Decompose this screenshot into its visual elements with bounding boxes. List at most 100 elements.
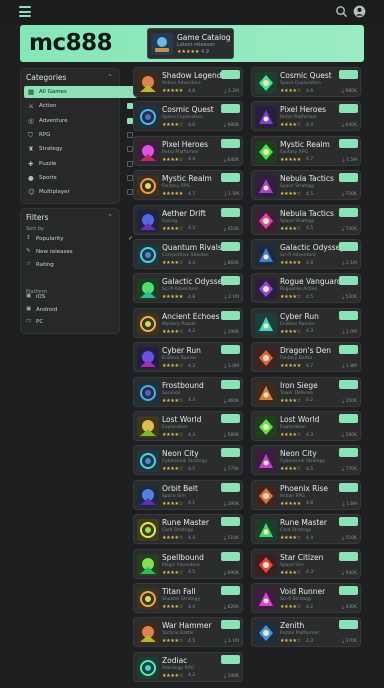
category-checkbox[interactable] (127, 131, 133, 138)
game-card[interactable]: Spellbound Magic Adventure ★★★★☆ 4.5 ⤓ 690K (133, 548, 243, 579)
play-button[interactable] (339, 379, 358, 389)
category-item[interactable]: ● Sports (24, 172, 137, 184)
play-button[interactable] (221, 310, 240, 320)
game-subtitle: Cyberpunk Strategy (280, 459, 326, 465)
play-button[interactable] (339, 414, 358, 423)
download-count: ⤓ 460K (224, 398, 239, 404)
play-button[interactable] (221, 448, 240, 458)
sort-option[interactable]: ✎ New releases (26, 247, 136, 257)
game-card[interactable]: Iron Siege Tower Defense ★★★★☆ 4.2 ⤓ 350K (251, 376, 361, 407)
game-card[interactable]: Quantum Rivals Competitive Shooter ★★★★☆ 4.… (133, 239, 243, 269)
game-card[interactable]: Dragon's Den Fantasy Battle ★★★★★ 4.7 ⤓ 1.8M (251, 342, 361, 373)
category-item[interactable]: ▦ All Games (24, 86, 137, 98)
play-button[interactable] (339, 448, 358, 458)
game-card[interactable]: Cosmic Quest Space Exploration ★★★★☆ 4.6 ⤓ 9… (133, 101, 243, 132)
game-card[interactable]: Pixel Heroes Retro Platformer ★★★★☆ 4.4 ⤓ 64… (133, 135, 243, 166)
play-button[interactable] (221, 482, 240, 492)
game-card[interactable]: Rogue Vanguard Roguelike Action ★★★★☆ 4.5 ⤓ … (251, 273, 361, 304)
game-card[interactable]: Titan Fall Shooter Strategy ★★★★☆ 4.4 ⤓ 820K (133, 583, 243, 613)
game-card[interactable]: Cyber Run Endless Runner ★★★★☆ 4.3 ⤓ 1.0M (251, 307, 361, 338)
game-card[interactable]: Neon City Cyberpunk Strategy ★★★★☆ 4.5 ⤓ 770… (251, 445, 361, 476)
play-button[interactable] (339, 242, 358, 251)
star-rating: ★★★★☆ (280, 604, 301, 610)
game-card[interactable]: Aether Drift Racing ★★★★☆ 4.3 ⤓ 410K (133, 204, 243, 235)
play-button[interactable] (221, 276, 240, 286)
featured-game-card[interactable]: Game Catalog Latest releases ★★★★★ 4.9 (147, 28, 234, 59)
play-button[interactable] (339, 586, 358, 595)
game-card[interactable]: Galactic Odyssey Sci-fi Adventure ★★★★★ 4.8… (251, 239, 361, 269)
download-value: 510K (227, 536, 239, 542)
play-button[interactable] (339, 207, 358, 217)
game-title: Frostbound (162, 380, 204, 390)
platform-option[interactable]: ▭ PC (26, 317, 136, 327)
game-card[interactable]: Phoenix Rise Action RPG ★★★★★ 4.8 ⤓ 1.6M (251, 479, 361, 510)
game-card[interactable]: Shadow Legends Action Adventure ★★★★★ 4.8 ⤓ … (133, 67, 243, 97)
game-subtitle: Endless Runner (162, 356, 197, 362)
category-item[interactable]: ♜ Strategy (24, 143, 137, 155)
game-card[interactable]: Rune Master Card Strategy ★★★★☆ 4.4 ⤓ 510K (133, 514, 243, 545)
category-item[interactable]: ✚ Puzzle (24, 158, 137, 170)
game-card[interactable]: Cosmic Quest Space Exploration ★★★★☆ 4.6 ⤓ 9… (251, 67, 361, 97)
game-card[interactable]: Nebula Tactics Space Strategy ★★★★☆ 4.5 ⤓ 72… (251, 204, 361, 235)
play-button[interactable] (339, 173, 358, 183)
play-button[interactable] (221, 104, 240, 114)
play-button[interactable] (221, 242, 240, 251)
play-button[interactable] (339, 482, 358, 492)
sort-option[interactable]: ↕ Popularity ✓ (26, 234, 136, 244)
play-button[interactable] (221, 654, 240, 664)
game-title: Cyber Run (280, 311, 319, 321)
game-card[interactable]: Lost World Exploration ★★★★☆ 4.3 ⤓ 580K (251, 411, 361, 441)
game-card[interactable]: Mystic Realm Fantasy RPG ★★★★★ 4.7 ⤓ 1.5M (251, 135, 361, 166)
platform-option[interactable]: ▣ Android (26, 305, 136, 315)
game-card[interactable]: Rune Master Card Strategy ★★★★☆ 4.4 ⤓ 510K (251, 514, 361, 545)
play-button[interactable] (339, 138, 358, 148)
chevron-up-icon[interactable]: ⌃ (107, 213, 113, 221)
play-button[interactable] (339, 620, 358, 630)
play-button[interactable] (221, 138, 240, 148)
game-card[interactable]: Frostbound Survival ★★★★☆ 4.4 ⤓ 460K (133, 376, 243, 407)
play-button[interactable] (221, 379, 240, 389)
play-button[interactable] (339, 70, 358, 79)
game-card[interactable]: Orbit Belt Space Sim ★★★★☆ 4.1 ⤓ 290K (133, 479, 243, 510)
sort-option[interactable]: ☆ Rating (26, 260, 136, 270)
play-button[interactable] (339, 345, 358, 355)
game-card[interactable]: Mystic Realm Fantasy RPG ★★★★★ 4.7 ⤓ 1.5M (133, 170, 243, 201)
game-card[interactable]: Lost World Exploration ★★★★☆ 4.3 ⤓ 580K (133, 411, 243, 441)
game-card[interactable]: Galactic Odyssey Sci-fi Adventure ★★★★★ 4.8… (133, 273, 243, 304)
play-button[interactable] (221, 620, 240, 630)
category-item[interactable]: ⛉ RPG (24, 129, 137, 141)
play-button[interactable] (221, 551, 240, 561)
rating-value: 4.4 (188, 260, 196, 266)
play-button[interactable] (339, 551, 358, 561)
category-item[interactable]: ☺ Multiplayer (24, 186, 137, 198)
play-button[interactable] (221, 207, 240, 217)
game-card[interactable]: Neon City Cyberpunk Strategy ★★★★☆ 4.5 ⤓ 770… (133, 445, 243, 476)
play-button[interactable] (221, 517, 240, 527)
game-card[interactable]: Pixel Heroes Retro Platformer ★★★★☆ 4.4 ⤓ 64… (251, 101, 361, 132)
play-button[interactable] (339, 310, 358, 320)
search-icon[interactable] (335, 5, 348, 18)
play-button[interactable] (221, 414, 240, 423)
account-icon[interactable] (353, 5, 366, 18)
play-button[interactable] (339, 104, 358, 114)
play-button[interactable] (221, 345, 240, 355)
platform-option[interactable]: ▣ iOS (26, 292, 136, 302)
chevron-up-icon[interactable]: ⌃ (107, 73, 113, 81)
play-button[interactable] (339, 276, 358, 286)
game-card[interactable]: Zodiac Astrology RPG ★★★★☆ 4.2 ⤓ 300K (133, 651, 243, 682)
play-button[interactable] (221, 173, 240, 183)
category-item[interactable]: ◎ Adventure (24, 115, 137, 127)
game-card[interactable]: Star Citizen Space Sim ★★★★☆ 4.3 ⤓ 940K (251, 548, 361, 579)
game-card[interactable]: Ancient Echoes Mystery Puzzle ★★★★☆ 4.2 ⤓ 39… (133, 307, 243, 338)
category-item[interactable]: ⚔ Action (24, 100, 137, 112)
play-button[interactable] (339, 517, 358, 527)
game-card[interactable]: Zenith Puzzle Platformer ★★★★☆ 4.3 ⤓ 370K (251, 617, 361, 648)
game-card[interactable]: War Hammer Tactical Battle ★★★★☆ 4.5 ⤓ 1.1M (133, 617, 243, 648)
app-logo[interactable]: mc888 (29, 30, 113, 56)
game-card[interactable]: Void Runner Sci-fi Strategy ★★★★☆ 4.2 ⤓ 430K (251, 583, 361, 613)
hamburger-icon[interactable] (19, 6, 31, 17)
game-card[interactable]: Nebula Tactics Space Strategy ★★★★☆ 4.5 ⤓ 72… (251, 170, 361, 201)
game-card[interactable]: Cyber Run Endless Runner ★★★★☆ 4.3 ⤓ 1.0M (133, 342, 243, 373)
play-button[interactable] (221, 586, 240, 595)
play-button[interactable] (221, 70, 240, 79)
